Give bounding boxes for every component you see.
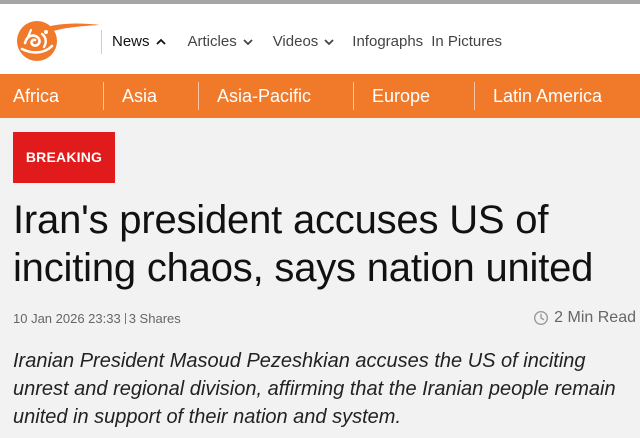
region-divider (353, 82, 354, 110)
read-time-label: 2 Min Read (554, 309, 636, 326)
site-header: News Articles Videos Infographs In Pictu… (0, 4, 640, 74)
breaking-badge: BREAKING (13, 132, 115, 183)
article-summary: Iranian President Masoud Pezeshkian accu… (13, 350, 616, 428)
nav-news-label: News (112, 33, 150, 50)
nav-videos[interactable]: Videos (273, 30, 337, 54)
region-asia[interactable]: Asia (122, 74, 157, 118)
logo-divider (101, 30, 102, 54)
nav-infographs[interactable]: Infographs (352, 30, 423, 54)
nav-news[interactable]: News (112, 30, 168, 54)
nav-articles-label: Articles (187, 33, 237, 50)
region-divider (198, 82, 199, 110)
article-meta: 10 Jan 2026 23:33 3 Shares (13, 310, 181, 328)
chevron-down-icon (322, 30, 336, 54)
chevron-down-icon (241, 30, 255, 54)
article-shares[interactable]: 3 Shares (129, 311, 181, 326)
region-divider (474, 82, 475, 110)
nav-videos-label: Videos (272, 33, 319, 50)
region-asia-pacific[interactable]: Asia-Pacific (217, 74, 311, 118)
region-africa[interactable]: Africa (13, 74, 59, 118)
region-latin-america[interactable]: Latin America (493, 74, 602, 118)
nav-articles[interactable]: Articles (188, 30, 255, 54)
main-nav: News Articles Videos Infographs In Pictu… (112, 30, 502, 54)
nav-in-pictures-label: In Pictures (431, 33, 503, 50)
region-divider (103, 82, 104, 110)
clock-icon (533, 310, 549, 326)
meta-separator (124, 313, 126, 324)
region-nav: Africa Asia Asia-Pacific Europe Latin Am… (0, 74, 640, 118)
site-logo[interactable] (10, 12, 102, 68)
nav-infographs-label: Infographs (352, 33, 424, 50)
region-europe[interactable]: Europe (372, 74, 430, 118)
chevron-up-icon (154, 30, 168, 54)
logo-mark-icon (17, 21, 100, 61)
article-headline: Iran's president accuses US of inciting … (13, 198, 594, 290)
read-time: 2 Min Read (533, 308, 636, 328)
article-date: 10 Jan 2026 23:33 (13, 311, 121, 326)
nav-in-pictures[interactable]: In Pictures (431, 30, 502, 54)
